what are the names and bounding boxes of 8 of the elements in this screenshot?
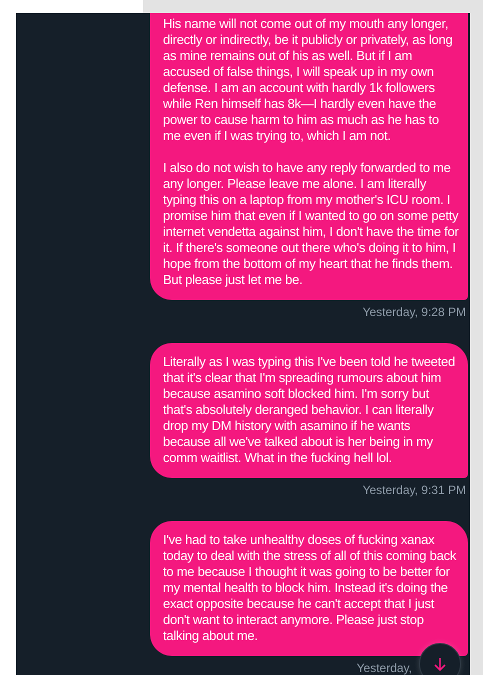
- message-text: His name will not come out of my mouth any longer, directly or indirectly, be it publicly or privately, as long as mine remains out of his as well. But if I am accused of false things, I will speak up in my own defense. I am an account with hardly 1k followers while Ren himself has 8k—I hardly even have the power to cause harm to him as much as he has to me even if I was trying to, which I am not.: [163, 16, 454, 144]
- message-timestamp: Yesterday, 9:28 PM: [362, 305, 466, 319]
- message-timestamp: Yesterday,: [356, 661, 412, 675]
- message-text: I also do not wish to have any reply forwarded to me any longer. Please leave me alone. I am literally typing this on a laptop from my mother's ICU room. I promise him that even if I wanted to go on some petty internet vendetta against him, I don't have the time for it. If there's someone out there who's doing it to him, I hope from the bottom of my heart that he finds them. But please just let me be.: [163, 160, 459, 288]
- message-text: I've had to take unhealthy doses of fucking xanax today to deal with the stress of all of this coming back to me because I thought it was going to be better for my mental health to block him. Instead it's doing the exact opposite because he can't accept that I just don't want to interact anymore. Please just stop talking about me.: [163, 532, 458, 644]
- message-text: Literally as I was typing this I've been told he tweeted that it's clear that I'm spreading rumours about him because asamino soft blocked him. I'm sorry but that's absolutely deranged behavior. I can literally drop my DM history with asamino if he wants because all we've talked about is her being in my comm waitlist. What in the fucking hell lol.: [163, 354, 456, 466]
- arrow-down-icon: [434, 657, 446, 671]
- message-timestamp: Yesterday, 9:31 PM: [362, 483, 466, 497]
